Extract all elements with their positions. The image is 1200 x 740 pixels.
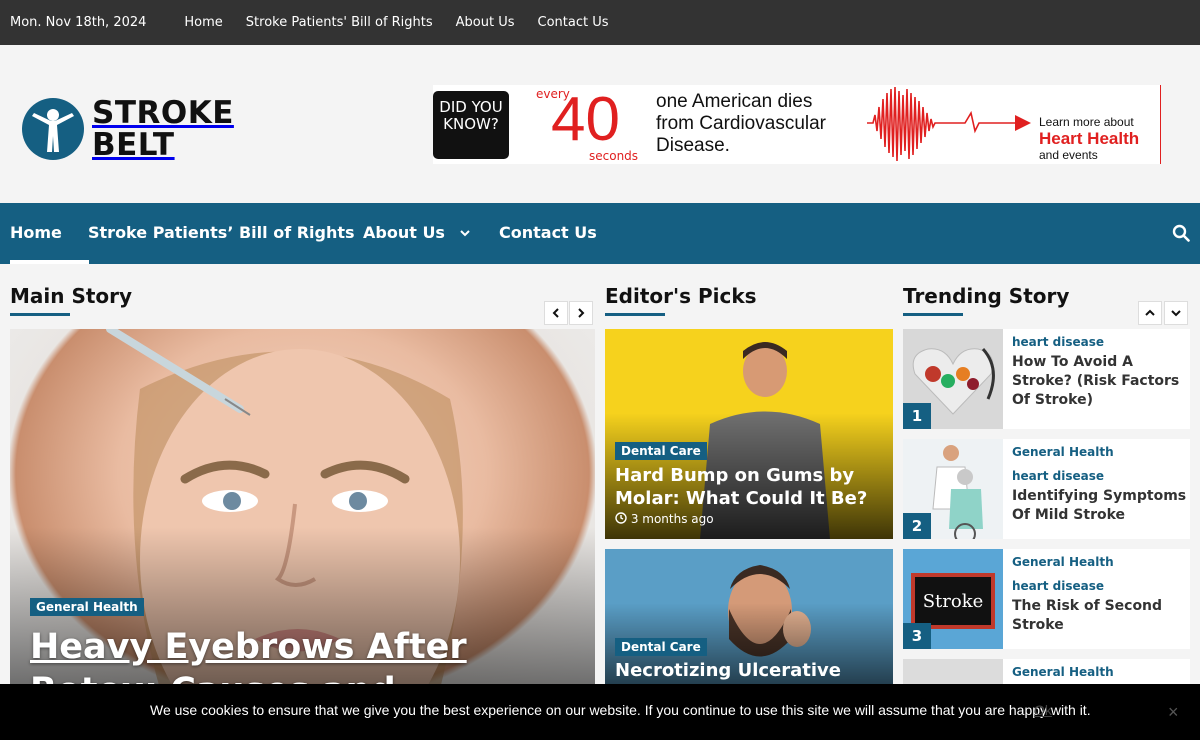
current-date: Mon. Nov 18th, 2024 [10,15,147,30]
trending-3-category-1[interactable]: General Health [1012,555,1114,569]
main-story-underline [10,313,70,316]
trending-1-category-1[interactable]: heart disease [1012,335,1104,349]
main-navigation: Home Stroke Patients’ Bill of Rights Abo… [0,203,1200,264]
trending-item-2[interactable]: 2 General Health heart disease Identifyi… [903,439,1190,539]
trending-item-1[interactable]: 1 heart disease How To Avoid A Stroke? (… [903,329,1190,429]
editor-pick-1-category[interactable]: Dental Care [615,442,707,460]
clock-icon [615,512,627,524]
banner-line-1: one American dies [656,91,813,112]
trending-item-3[interactable]: Stroke 3 General Health heart disease Th… [903,549,1190,649]
nav-about-us[interactable]: About Us [363,223,471,242]
search-icon[interactable] [1172,224,1190,242]
editor-pick-1-time: 3 months ago [630,512,714,526]
banner-learn-more: Learn more about [1039,115,1134,129]
trending-2-title[interactable]: Identifying Symptoms Of Mild Stroke [1012,487,1187,525]
stroke-sign-text: Stroke [911,573,995,629]
top-link-about[interactable]: About Us [456,15,515,30]
cookie-consent-bar: We use cookies to ensure that we give yo… [0,684,1200,740]
trending-2-category-2[interactable]: heart disease [1012,469,1104,483]
main-story-heading: Main Story [10,284,133,308]
editor-pick-1-title[interactable]: Hard Bump on Gums by Molar: What Could I… [615,464,885,510]
did-you-know-box: DID YOU KNOW? [433,91,509,159]
main-story-category[interactable]: General Health [30,598,144,616]
trending-3-number: 3 [903,623,931,649]
editor-pick-2-category[interactable]: Dental Care [615,638,707,656]
trending-story-heading: Trending Story [903,284,1070,308]
logo-line-2: BELT [92,127,175,163]
top-link-bill-of-rights[interactable]: Stroke Patients' Bill of Rights [246,15,433,30]
chevron-down-icon [459,230,470,237]
banner-line-2: from Cardiovascular [656,113,826,134]
heart-food-image: 1 [903,329,1003,429]
trending-3-title[interactable]: The Risk of Second Stroke [1012,597,1187,635]
nav-active-indicator [10,260,89,264]
close-icon[interactable]: × [1168,702,1179,723]
cookie-ok-button[interactable]: Ok [1034,702,1052,718]
trending-3-category-2[interactable]: heart disease [1012,579,1104,593]
top-link-home[interactable]: Home [184,15,222,30]
banner-number: 40 [551,85,620,154]
banner-and-events: and events [1039,148,1098,162]
nav-bill-of-rights[interactable]: Stroke Patients’ Bill of Rights [88,223,355,242]
nav-about-label: About Us [363,223,445,242]
banner-heart-health: Heart Health [1039,129,1140,148]
trending-1-number: 1 [903,403,931,429]
cookie-message: We use cookies to ensure that we give yo… [150,702,1091,718]
editors-picks-underline [605,313,665,316]
trending-4-category-1[interactable]: General Health [1012,665,1114,679]
doctor-patient-image: 2 [903,439,1003,539]
site-logo[interactable]: STROKE BELT [22,97,234,161]
stroke-belt-person-icon [22,98,84,160]
stroke-sign-image: Stroke 3 [903,549,1003,649]
nav-contact-us[interactable]: Contact Us [499,223,597,242]
trending-story-underline [903,313,963,316]
banner-line-3: Disease. [656,135,730,156]
heart-health-ad-banner[interactable]: DID YOU KNOW? every 40 seconds one Ameri… [433,85,1161,164]
editor-pick-card-1[interactable]: Dental Care Hard Bump on Gums by Molar: … [605,329,893,539]
chevron-right-icon [578,308,585,318]
top-link-contact[interactable]: Contact Us [538,15,609,30]
top-bar: Mon. Nov 18th, 2024 Home Stroke Patients… [0,0,1200,45]
trending-item-4[interactable]: General Health [903,659,1190,684]
chevron-down-icon [1171,310,1181,317]
logo-line-1: STROKE [92,95,234,131]
next-arrow-button[interactable] [569,301,593,325]
chevron-up-icon [1145,309,1155,316]
trending-down-button[interactable] [1164,301,1188,325]
trending-up-button[interactable] [1138,301,1162,325]
trending-2-category-1[interactable]: General Health [1012,445,1114,459]
editor-pick-card-2[interactable]: Dental Care Necrotizing Ulcerative [605,549,893,684]
banner-seconds: seconds [589,149,639,163]
editors-picks-heading: Editor's Picks [605,284,757,308]
heartbeat-pulse-icon [867,86,1031,162]
chevron-left-icon [552,308,559,318]
elderly-patient-image [903,659,1003,684]
editor-pick-2-title[interactable]: Necrotizing Ulcerative [615,659,885,682]
nav-home[interactable]: Home [10,223,62,242]
trending-1-title[interactable]: How To Avoid A Stroke? (Risk Factors Of … [1012,353,1187,410]
prev-arrow-button[interactable] [544,301,568,325]
site-header: STROKE BELT DID YOU KNOW? every 40 secon… [0,45,1200,203]
trending-2-number: 2 [903,513,931,539]
